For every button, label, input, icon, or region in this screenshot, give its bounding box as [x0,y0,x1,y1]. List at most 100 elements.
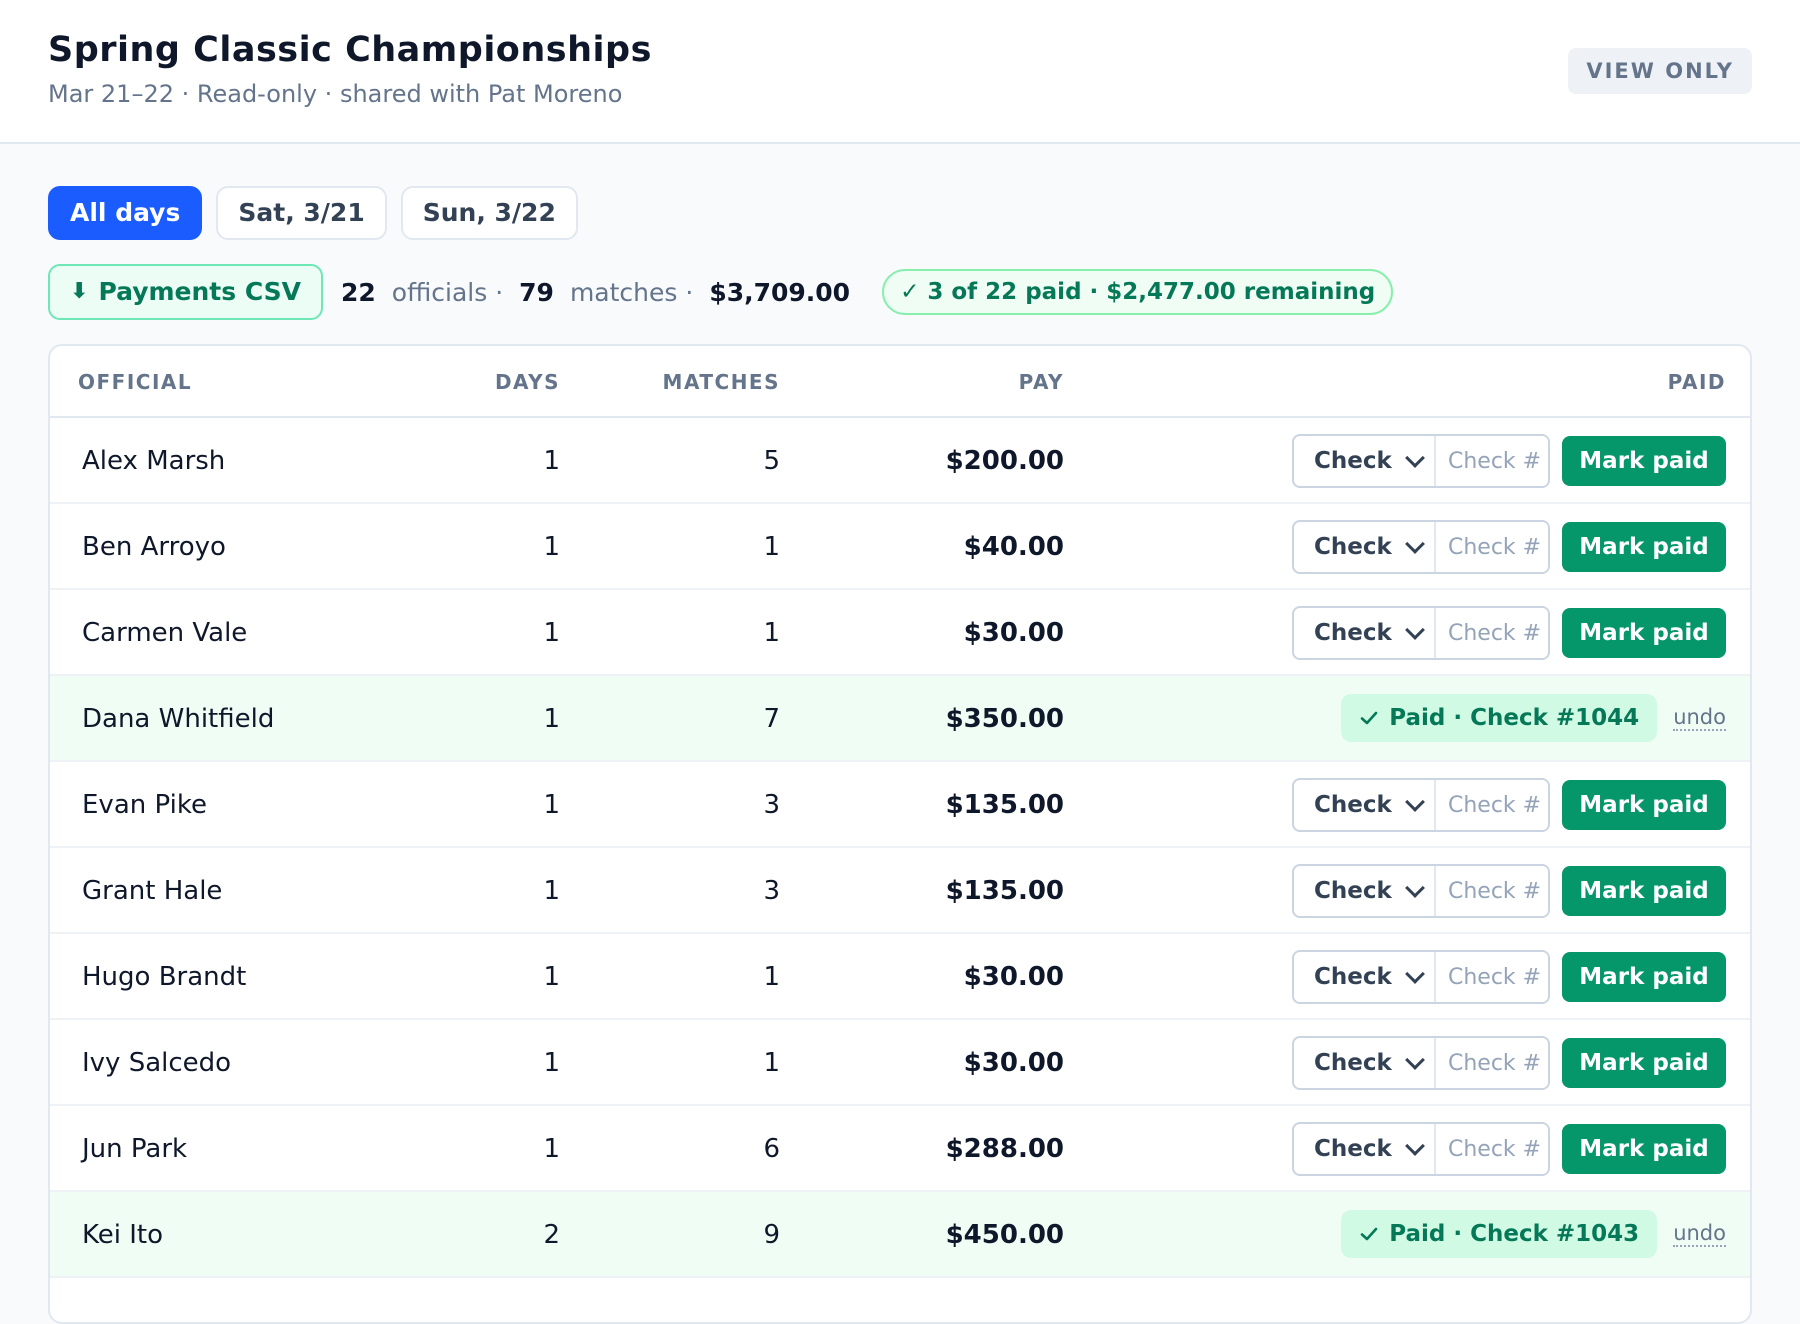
check-number-input[interactable] [1436,866,1548,916]
payment-method-group: Check [1292,606,1550,660]
mark-paid-button[interactable]: Mark paid [1562,952,1726,1002]
mark-paid-button[interactable]: Mark paid [1562,780,1726,830]
tab-all-days[interactable]: All days [48,186,203,240]
official-name: Carmen Vale [82,618,248,648]
official-matches: 3 [763,876,780,906]
payment-method-group: Check [1292,1036,1550,1090]
official-name: Dana Whitfield [82,704,275,734]
payment-method-value: Check [1314,878,1392,904]
chevron-down-icon [1405,1050,1425,1070]
table-body: Alex Marsh 1 5 $200.00 Check Mark paid B… [50,418,1750,1278]
chevron-down-icon [1405,534,1425,554]
payment-method-value: Check [1314,620,1392,646]
official-days: 1 [543,876,560,906]
official-matches: 1 [763,1048,780,1078]
payment-method-value: Check [1314,448,1392,474]
chevron-down-icon [1405,620,1425,640]
payment-method-group: Check [1292,1122,1550,1176]
payment-controls: Check Mark paid [1292,1122,1726,1176]
table-row: Dana Whitfield 1 7 $350.00 Paid · Check … [50,676,1750,762]
officials-table: OFFICIAL DAYS MATCHES PAY PAID Alex Mars… [48,344,1752,1324]
mark-paid-button[interactable]: Mark paid [1562,866,1726,916]
mark-paid-button[interactable]: Mark paid [1562,608,1726,658]
payments-csv-label: Payments CSV [98,277,301,306]
official-days: 1 [543,704,560,734]
officials-count: 22 [341,277,376,307]
undo-link[interactable]: undo [1673,705,1726,731]
check-number-input[interactable] [1436,436,1548,486]
official-pay: $350.00 [945,704,1064,734]
official-pay: $135.00 [945,876,1064,906]
header-days: DAYS [494,370,560,394]
check-number-input[interactable] [1436,1124,1548,1174]
paid-status: Paid · Check #1044 undo [1341,694,1726,742]
payment-method-select[interactable]: Check [1294,436,1436,486]
payment-controls: Check Mark paid [1292,778,1726,832]
paid-badge: Paid · Check #1043 [1341,1210,1658,1258]
payment-method-select[interactable]: Check [1294,1038,1436,1088]
page-subtitle: Mar 21–22 · Read-only · shared with Pat … [48,80,623,108]
paid-badge: Paid · Check #1044 [1341,694,1658,742]
chevron-down-icon [1405,792,1425,812]
payment-method-value: Check [1314,792,1392,818]
table-row: Hugo Brandt 1 1 $30.00 Check Mark paid [50,934,1750,1020]
header-paid: PAID [1667,370,1726,394]
official-days: 1 [543,1048,560,1078]
payments-csv-button[interactable]: ⬇ Payments CSV [48,264,323,320]
table-row: Ivy Salcedo 1 1 $30.00 Check Mark paid [50,1020,1750,1106]
check-number-input[interactable] [1436,608,1548,658]
payment-controls: Check Mark paid [1292,864,1726,918]
page-title: Spring Classic Championships [48,30,652,70]
payment-controls: Check Mark paid [1292,950,1726,1004]
check-number-input[interactable] [1436,522,1548,572]
official-pay: $30.00 [963,962,1064,992]
official-name: Kei Ito [82,1220,164,1250]
official-matches: 3 [763,790,780,820]
matches-label: matches · [569,277,694,307]
mark-paid-button[interactable]: Mark paid [1562,1038,1726,1088]
official-pay: $135.00 [945,790,1064,820]
paid-label: Paid · Check #1043 [1389,1221,1640,1247]
payment-method-select[interactable]: Check [1294,780,1436,830]
download-arrow-icon: ⬇ [70,279,89,304]
paid-status: Paid · Check #1043 undo [1341,1210,1726,1258]
chevron-down-icon [1405,448,1425,468]
table-row: Ben Arroyo 1 1 $40.00 Check Mark paid [50,504,1750,590]
payment-method-value: Check [1314,1050,1392,1076]
tab-sat[interactable]: Sat, 3/21 [216,186,387,240]
official-days: 2 [543,1220,560,1250]
check-number-input[interactable] [1436,952,1548,1002]
table-row: Evan Pike 1 3 $135.00 Check Mark paid [50,762,1750,848]
mark-paid-button[interactable]: Mark paid [1562,436,1726,486]
header-official: OFFICIAL [78,370,193,394]
payment-method-select[interactable]: Check [1294,866,1436,916]
check-number-input[interactable] [1436,780,1548,830]
payment-method-select[interactable]: Check [1294,1124,1436,1174]
mark-paid-button[interactable]: Mark paid [1562,1124,1726,1174]
official-pay: $200.00 [945,446,1064,476]
chevron-down-icon [1405,964,1425,984]
page-header: Spring Classic Championships Mar 21–22 ·… [0,0,1800,144]
payment-method-group: Check [1292,434,1550,488]
payment-method-value: Check [1314,534,1392,560]
check-number-input[interactable] [1436,1038,1548,1088]
payment-method-value: Check [1314,1136,1392,1162]
official-matches: 7 [763,704,780,734]
tab-sun[interactable]: Sun, 3/22 [400,186,578,240]
payment-method-select[interactable]: Check [1294,608,1436,658]
official-matches: 9 [763,1220,780,1250]
official-name: Ivy Salcedo [82,1048,232,1078]
payment-method-select[interactable]: Check [1294,952,1436,1002]
checkmark-icon [1360,711,1378,725]
undo-link[interactable]: undo [1673,1221,1726,1247]
mark-paid-button[interactable]: Mark paid [1562,522,1726,572]
chevron-down-icon [1405,1136,1425,1156]
table-row: Jun Park 1 6 $288.00 Check Mark paid [50,1106,1750,1192]
header-matches: MATCHES [662,370,780,394]
payment-controls: Check Mark paid [1292,434,1726,488]
official-days: 1 [543,446,560,476]
table-row: Kei Ito 2 9 $450.00 Paid · Check #1043 u… [50,1192,1750,1278]
table-row: Alex Marsh 1 5 $200.00 Check Mark paid [50,418,1750,504]
payment-method-value: Check [1314,964,1392,990]
payment-method-select[interactable]: Check [1294,522,1436,572]
